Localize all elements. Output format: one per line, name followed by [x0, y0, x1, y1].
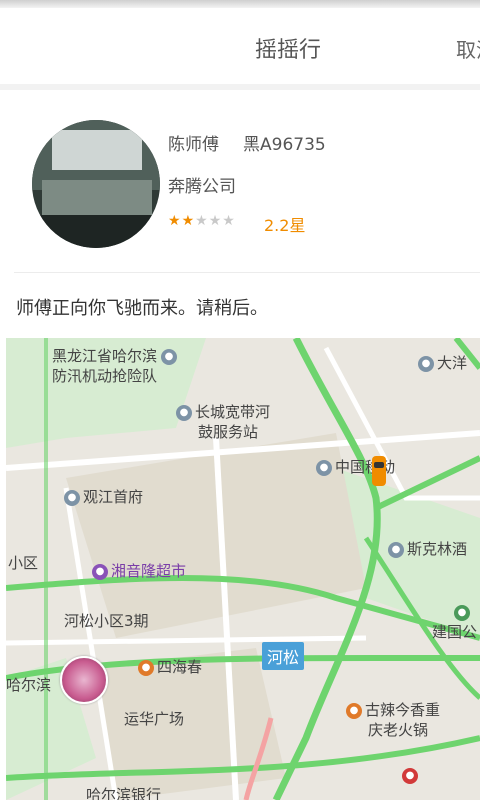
poi-label: 运华广场: [124, 710, 185, 728]
driver-avatar: [32, 120, 160, 248]
status-strip: [0, 0, 480, 8]
poi-label: 观江首府: [83, 488, 144, 506]
poi-label: 中国移动: [335, 458, 396, 476]
section-separator: [0, 84, 480, 90]
star-empty-icon: ★: [195, 213, 209, 229]
restaurant-icon: ●: [138, 659, 154, 676]
nav-bar: 摇摇行 取消: [0, 8, 480, 85]
star-empty-icon: ★: [208, 213, 223, 229]
poi-haerbin: 哈尔滨: [6, 674, 51, 695]
divider: [14, 272, 480, 273]
driver-plate: 黑A96735: [243, 135, 326, 155]
restaurant-icon: ●: [346, 702, 362, 719]
location-pin-icon: ●: [64, 489, 80, 506]
shopping-cart-icon: ●: [92, 563, 108, 580]
map-view[interactable]: 黑龙江省哈尔滨 ● 防汛机动抢险队 ● 长城宽带河 鼓服务站 ● 观江首府 ● 中国移动…: [6, 338, 480, 800]
poi-sikelin: ● 斯克林酒: [388, 538, 467, 559]
poi-xiaoqu: 小区: [8, 552, 38, 573]
park-icon: ●: [454, 604, 470, 621]
poi-label: 哈尔滨银行: [86, 786, 162, 800]
metro-icon: ●: [402, 766, 421, 784]
poi-label: 建国公: [432, 623, 478, 641]
poi-label: 长城宽带河: [195, 403, 271, 421]
poi-label: 黑龙江省哈尔滨: [52, 347, 158, 365]
driver-name: 陈师傅: [168, 135, 219, 155]
poi-label: 哈尔滨: [6, 676, 52, 694]
star-filled-icon: ★: [181, 213, 196, 229]
driver-rating: 2.2星: [264, 216, 306, 235]
poi-bank: 哈尔滨银行: [86, 784, 161, 800]
poi-hotpot: ● 古辣今香重 庆老火锅: [346, 700, 440, 740]
poi-label: 斯克林酒: [407, 540, 468, 558]
poi-supermarket: ● 湘音隆超市: [92, 560, 186, 581]
poi-label: 四海春: [157, 658, 203, 676]
cancel-button[interactable]: 取消: [456, 34, 480, 63]
location-pin-icon: ●: [161, 348, 178, 365]
poi-label: 湘音隆超市: [111, 562, 187, 580]
poi-label: 防汛机动抢险队: [52, 367, 158, 385]
location-pin-icon: ●: [176, 404, 192, 421]
star-filled-icon: ★: [168, 213, 182, 229]
poi-label: 河松小区3期: [64, 612, 149, 630]
poi-hesong: 河松小区3期: [64, 610, 149, 631]
status-message: 师傅正向你飞驰而来。请稍后。: [16, 298, 268, 319]
poi-sihaichun: ● 四海春: [138, 656, 202, 677]
location-pin-icon: ●: [316, 459, 332, 476]
poi-label: 大洋: [437, 354, 468, 372]
driver-company: 奔腾公司: [168, 177, 236, 197]
location-pin-icon: ●: [388, 541, 404, 558]
poi-label: 鼓服务站: [198, 423, 259, 441]
poi-flood-team: 黑龙江省哈尔滨 ● 防汛机动抢险队: [52, 346, 180, 386]
page-title: 摇摇行: [254, 38, 321, 63]
poi-guanjiang: ● 观江首府: [64, 486, 143, 507]
poi-broadband: ● 长城宽带河 鼓服务站: [176, 402, 270, 442]
driver-card: 陈师傅 黑A96735 奔腾公司 ★★★★★ 2.2星: [0, 100, 480, 270]
user-location-avatar: [60, 656, 108, 704]
poi-yunhua: 运华广场: [124, 708, 184, 729]
location-pin-icon: ●: [418, 355, 434, 372]
poi-label: 古辣今香重: [365, 701, 441, 719]
star-empty-icon: ★: [222, 213, 236, 229]
road-label: 河松: [262, 642, 305, 670]
car-marker-icon: [372, 456, 386, 486]
poi-dayang: ● 大洋: [418, 352, 467, 373]
poi-label: 庆老火锅: [368, 721, 429, 739]
poi-label: 小区: [8, 554, 39, 572]
poi-jianguo: ● 建国公: [432, 602, 477, 642]
rating-stars: ★★★★★: [168, 213, 236, 229]
